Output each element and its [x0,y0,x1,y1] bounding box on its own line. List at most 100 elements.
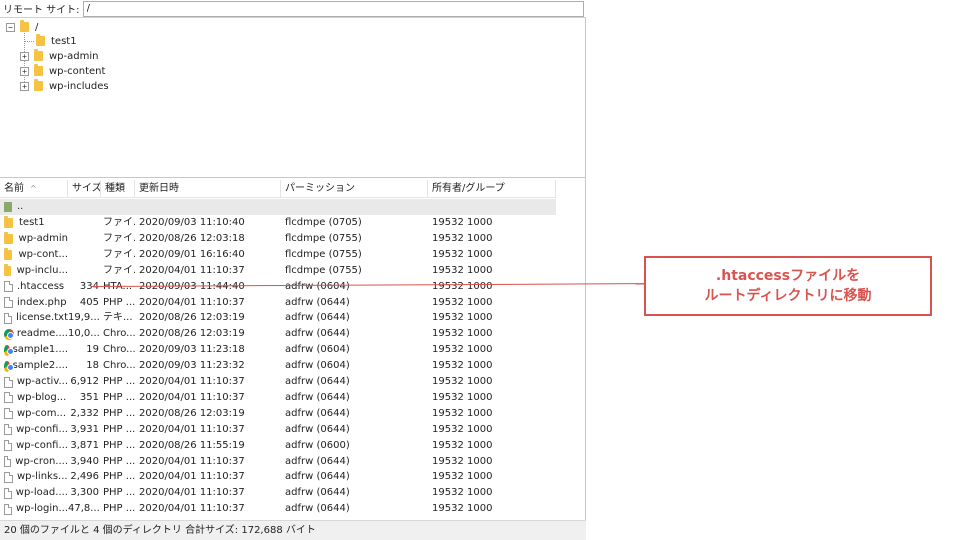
file-row[interactable]: wp-blog... 351 PHP ... 2020/04/01 11:10:37 a… [0,390,556,406]
parent-dir-label: .. [17,201,24,212]
file-name-cell: sample1.... [4,342,68,358]
status-text: 20 個のファイルと 4 個のディレクトリ 合計サイズ: 172,688 バイト [4,525,316,536]
file-row[interactable]: wp-login... 47,8... PHP ... 2020/04/01 11:1… [0,501,556,517]
folder-icon [20,20,29,32]
file-row[interactable]: wp-confi... 3,871 PHP ... 2020/08/26 11:55:… [0,438,556,454]
file-date: 2020/04/01 11:10:37 [139,471,245,483]
file-date: 2020/08/26 12:03:19 [139,407,245,419]
column-header-perm-label: パーミッション [285,183,355,194]
file-type: PHP ... [103,455,135,467]
file-type: Chro... [103,328,135,340]
file-row[interactable]: wp-inclu... ファイ... 2020/04/01 11:10:37 flcd… [0,263,556,279]
file-permission: adfrw (0644) [285,376,350,387]
tree-item-wp-content[interactable]: + wp-content [20,64,105,78]
file-row[interactable]: sample2.... 18 Chro... 2020/09/03 11:23:32 a… [0,358,556,374]
file-size: 2,332 [70,407,99,419]
file-permission: flcdmpe (0755) [285,264,362,276]
file-owner: 19532 1000 [432,360,493,372]
file-name: .htaccess [17,280,65,292]
file-row[interactable]: sample1.... 19 Chro... 2020/09/03 11:23:18 a… [0,342,556,358]
file-row[interactable]: wp-confi... 3,931 PHP ... 2020/04/01 11:10:… [0,422,556,438]
file-type: PHP ... [103,376,135,387]
file-owner: 19532 1000 [432,376,493,387]
file-name-cell: wp-cont... [4,247,68,263]
file-row[interactable]: wp-cont... ファイ... 2020/09/01 16:16:40 flcdm… [0,247,556,263]
parent-folder-icon [4,202,12,212]
tree-item-wp-includes[interactable]: + wp-includes [20,79,109,93]
file-permission: adfrw (0644) [285,423,350,435]
file-owner: 19532 1000 [432,391,493,403]
remote-site-label: リモート サイト: [3,5,80,16]
column-header-size[interactable]: サイズ [68,180,101,198]
expand-icon[interactable]: + [20,66,29,76]
file-permission: adfrw (0644) [285,503,350,515]
file-name-cell: test1 [4,215,68,231]
file-date: 2020/04/01 11:10:37 [139,296,245,308]
file-row[interactable]: test1 ファイ... 2020/09/03 11:10:40 flcdmpe (0… [0,215,556,231]
file-name-cell: wp-inclu... [4,263,68,279]
file-name: index.php [17,296,67,308]
file-name: wp-confi... [16,439,68,451]
collapse-icon[interactable]: − [6,22,15,32]
file-name: wp-links... [17,471,68,483]
file-row[interactable]: .htaccess 334 HTA... 2020/09/03 11:44:40 adf… [0,279,556,295]
file-owner: 19532 1000 [432,455,493,467]
tree-item-test1[interactable]: test1 [36,34,77,48]
parent-dir-row[interactable]: .. [0,199,556,215]
tree-item-label: wp-includes [49,80,109,92]
file-name-cell: wp-blog... [4,390,68,406]
file-date: 2020/04/01 11:10:37 [139,503,245,515]
file-row[interactable]: wp-load.... 3,300 PHP ... 2020/04/01 11:10:… [0,485,556,501]
file-icon [4,503,12,515]
column-header-name[interactable]: 名前 ^ [0,180,68,198]
file-size: 47,8... [68,503,99,515]
tree-root-label: / [35,21,39,33]
file-name-cell: wp-admin [4,231,68,247]
file-icon [4,471,13,483]
file-row[interactable]: license.txt 19,9... テキ... 2020/08/26 12:03:… [0,310,556,326]
file-owner: 19532 1000 [432,248,493,260]
tree-item-label: wp-content [49,65,106,77]
remote-path-input[interactable] [82,0,584,17]
remote-site-pane: リモート サイト: − / test1 + wp-admin + wp-cont… [0,0,586,540]
file-name-cell: index.php [4,295,68,311]
folder-icon [4,263,11,276]
column-header-owner[interactable]: 所有者/グループ [428,180,556,198]
expand-icon[interactable]: + [20,81,29,91]
file-name: sample1.... [12,344,68,356]
folder-icon [34,79,43,91]
file-row[interactable]: wp-admin ファイ... 2020/08/26 12:03:18 flcdmpe… [0,231,556,247]
file-size [68,215,99,231]
expand-icon[interactable]: + [20,51,29,61]
column-header-date[interactable]: 更新日時 [135,180,281,198]
file-date: 2020/09/01 16:16:40 [139,248,245,260]
file-icon [4,440,13,452]
file-name: test1 [19,217,45,228]
column-header-type[interactable]: 種類 [101,180,135,198]
folder-icon [34,64,43,76]
file-date: 2020/09/03 11:23:32 [139,360,245,372]
file-name: license.txt [16,312,68,324]
file-icon [4,456,12,467]
file-name: wp-activ... [16,376,68,387]
file-permission: adfrw (0600) [285,439,350,451]
file-permission: adfrw (0644) [285,455,350,467]
file-row[interactable]: index.php 405 PHP ... 2020/04/01 11:10:37 ad… [0,295,556,311]
file-date: 2020/04/01 11:10:37 [139,455,245,467]
sort-up-icon: ^ [30,184,37,193]
file-row[interactable]: wp-activ... 6,912 PHP ... 2020/04/01 11:10:… [0,374,556,390]
folder-icon [4,216,13,228]
tree-root[interactable]: − / [6,20,38,34]
file-icon [4,281,13,293]
column-header-perm[interactable]: パーミッション [281,180,428,198]
file-row[interactable]: wp-cron.... 3,940 PHP ... 2020/04/01 11:10:… [0,454,556,470]
file-row[interactable]: wp-links... 2,496 PHP ... 2020/04/01 11:10:… [0,469,556,485]
file-row[interactable]: wp-com... 2,332 PHP ... 2020/08/26 12:03:19… [0,406,556,422]
tree-item-wp-admin[interactable]: + wp-admin [20,49,98,63]
file-size: 351 [79,391,99,403]
file-row[interactable]: readme.... 10,0... Chro... 2020/08/26 12:03… [0,326,556,342]
file-name-cell: .htaccess [4,279,68,295]
file-date: 2020/04/01 11:10:37 [139,376,245,387]
file-icon [4,312,13,324]
file-type: PHP ... [103,503,135,515]
